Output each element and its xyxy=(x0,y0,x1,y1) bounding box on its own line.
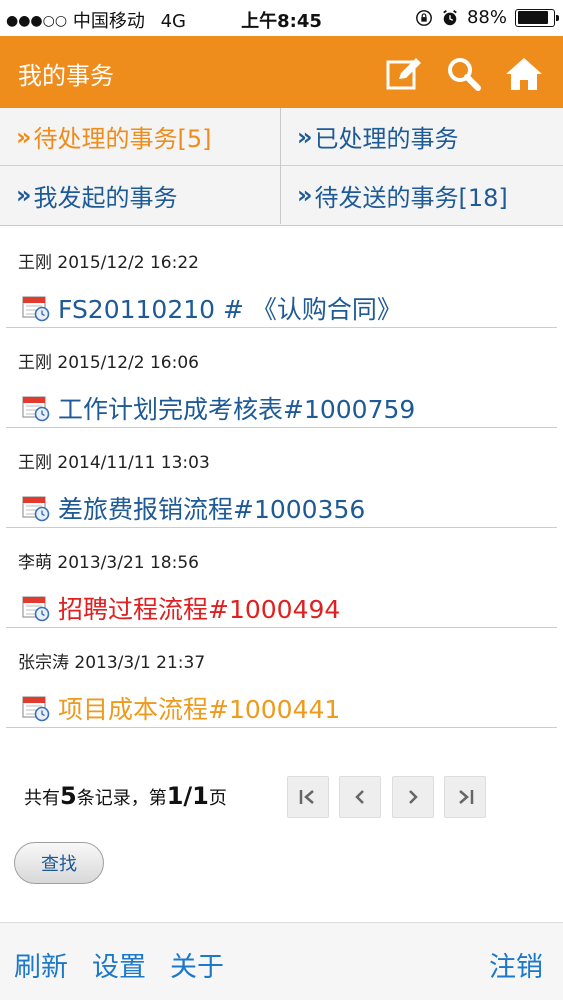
battery-icon xyxy=(515,8,559,27)
prev-page-button[interactable] xyxy=(339,776,381,818)
tab-arrow: » xyxy=(297,181,313,209)
alarm-icon xyxy=(443,9,457,25)
calendar-clock-icon xyxy=(22,496,50,522)
app-header: 我的事务 xyxy=(0,36,563,108)
chevron-right-icon xyxy=(409,790,418,804)
list-item[interactable]: 张宗涛 2013/3/1 21:37 项目成本流程#1000441 xyxy=(6,628,557,728)
tab-label: 待处理的事务[5] xyxy=(33,125,212,153)
tab-arrow: » xyxy=(297,122,313,151)
search-icon xyxy=(448,58,481,91)
chevron-left-icon xyxy=(355,790,364,804)
task-list: 王刚 2015/12/2 16:22 FS20110210 # 《认购合同》 王… xyxy=(0,228,563,728)
item-meta: 王刚 2014/11/11 13:03 xyxy=(18,453,210,473)
list-item[interactable]: 王刚 2015/12/2 16:06 工作计划完成考核表#1000759 xyxy=(6,328,557,428)
item-subject-link[interactable]: 工作计划完成考核表#1000759 xyxy=(58,390,415,426)
category-tabs: » 待处理的事务[5] » 已处理的事务 » 我发起的事务 » 待发送的事务[1… xyxy=(0,108,563,226)
tab-arrow: » xyxy=(16,122,32,151)
status-right: 88% xyxy=(415,7,559,28)
list-item[interactable]: 李萌 2013/3/21 18:56 招聘过程流程#1000494 xyxy=(6,528,557,628)
settings-link[interactable]: 设置 xyxy=(92,945,146,984)
pager-info: 共有5条记录，第1/1页 xyxy=(24,782,227,810)
item-subject-link[interactable]: 差旅费报销流程#1000356 xyxy=(58,490,365,526)
calendar-clock-icon xyxy=(22,696,50,722)
item-subject-row[interactable]: 项目成本流程#1000441 xyxy=(22,690,340,726)
list-item[interactable]: 王刚 2015/12/2 16:22 FS20110210 # 《认购合同》 xyxy=(6,228,557,328)
calendar-clock-icon xyxy=(22,596,50,622)
find-button[interactable]: 查找 xyxy=(14,842,104,884)
tab-initiated[interactable]: » 我发起的事务 xyxy=(0,166,281,224)
refresh-link[interactable]: 刷新 xyxy=(14,945,68,984)
edit-button[interactable] xyxy=(384,54,424,94)
pager-suffix: 页 xyxy=(208,788,227,809)
home-icon xyxy=(506,58,542,90)
item-subject-row[interactable]: 工作计划完成考核表#1000759 xyxy=(22,390,415,426)
last-page-button[interactable] xyxy=(444,776,486,818)
status-bar: ●●●○○ 中国移动 4G 上午8:45 88% xyxy=(0,0,563,36)
calendar-clock-icon xyxy=(22,396,50,422)
page-title: 我的事务 xyxy=(18,62,114,90)
first-page-icon xyxy=(299,790,314,804)
first-page-button[interactable] xyxy=(287,776,329,818)
item-subject-link[interactable]: 招聘过程流程#1000494 xyxy=(58,590,340,626)
footer-bar: 刷新 设置 关于 注销 xyxy=(0,922,563,1000)
tab-pending[interactable]: » 待处理的事务[5] xyxy=(0,108,281,166)
logout-link[interactable]: 注销 xyxy=(489,945,543,984)
tab-label: 我发起的事务 xyxy=(33,183,178,212)
pager-prefix: 共有 xyxy=(24,788,60,809)
edit-icon xyxy=(386,58,421,90)
item-meta: 张宗涛 2013/3/1 21:37 xyxy=(18,653,206,673)
tab-to-send[interactable]: » 待发送的事务[18] xyxy=(281,166,563,224)
tab-label: 已处理的事务 xyxy=(314,125,459,153)
item-subject-row[interactable]: 招聘过程流程#1000494 xyxy=(22,590,340,626)
search-button-header[interactable] xyxy=(444,54,484,94)
next-page-button[interactable] xyxy=(392,776,434,818)
item-subject-row[interactable]: FS20110210 # 《认购合同》 xyxy=(22,290,402,326)
home-button[interactable] xyxy=(504,54,544,94)
about-link[interactable]: 关于 xyxy=(170,945,224,984)
tab-arrow: » xyxy=(16,181,32,209)
tab-processed[interactable]: » 已处理的事务 xyxy=(281,108,563,166)
item-subject-link[interactable]: 项目成本流程#1000441 xyxy=(58,690,340,726)
list-item[interactable]: 王刚 2014/11/11 13:03 差旅费报销流程#1000356 xyxy=(6,428,557,528)
item-meta: 王刚 2015/12/2 16:06 xyxy=(18,353,199,373)
item-meta: 李萌 2013/3/21 18:56 xyxy=(18,553,199,573)
item-subject-row[interactable]: 差旅费报销流程#1000356 xyxy=(22,490,365,526)
tab-label: 待发送的事务[18] xyxy=(314,183,508,212)
record-count: 5 xyxy=(60,782,77,810)
rotation-lock-icon xyxy=(416,9,432,26)
pager-mid: 条记录，第 xyxy=(76,788,167,809)
last-page-icon xyxy=(459,790,474,804)
battery-fill xyxy=(517,11,549,24)
calendar-clock-icon xyxy=(22,296,50,322)
battery-percent: 88% xyxy=(466,7,507,28)
item-meta: 王刚 2015/12/2 16:22 xyxy=(18,253,199,273)
item-subject-link[interactable]: FS20110210 # 《认购合同》 xyxy=(58,290,402,326)
page-indicator: 1/1 xyxy=(166,782,209,810)
